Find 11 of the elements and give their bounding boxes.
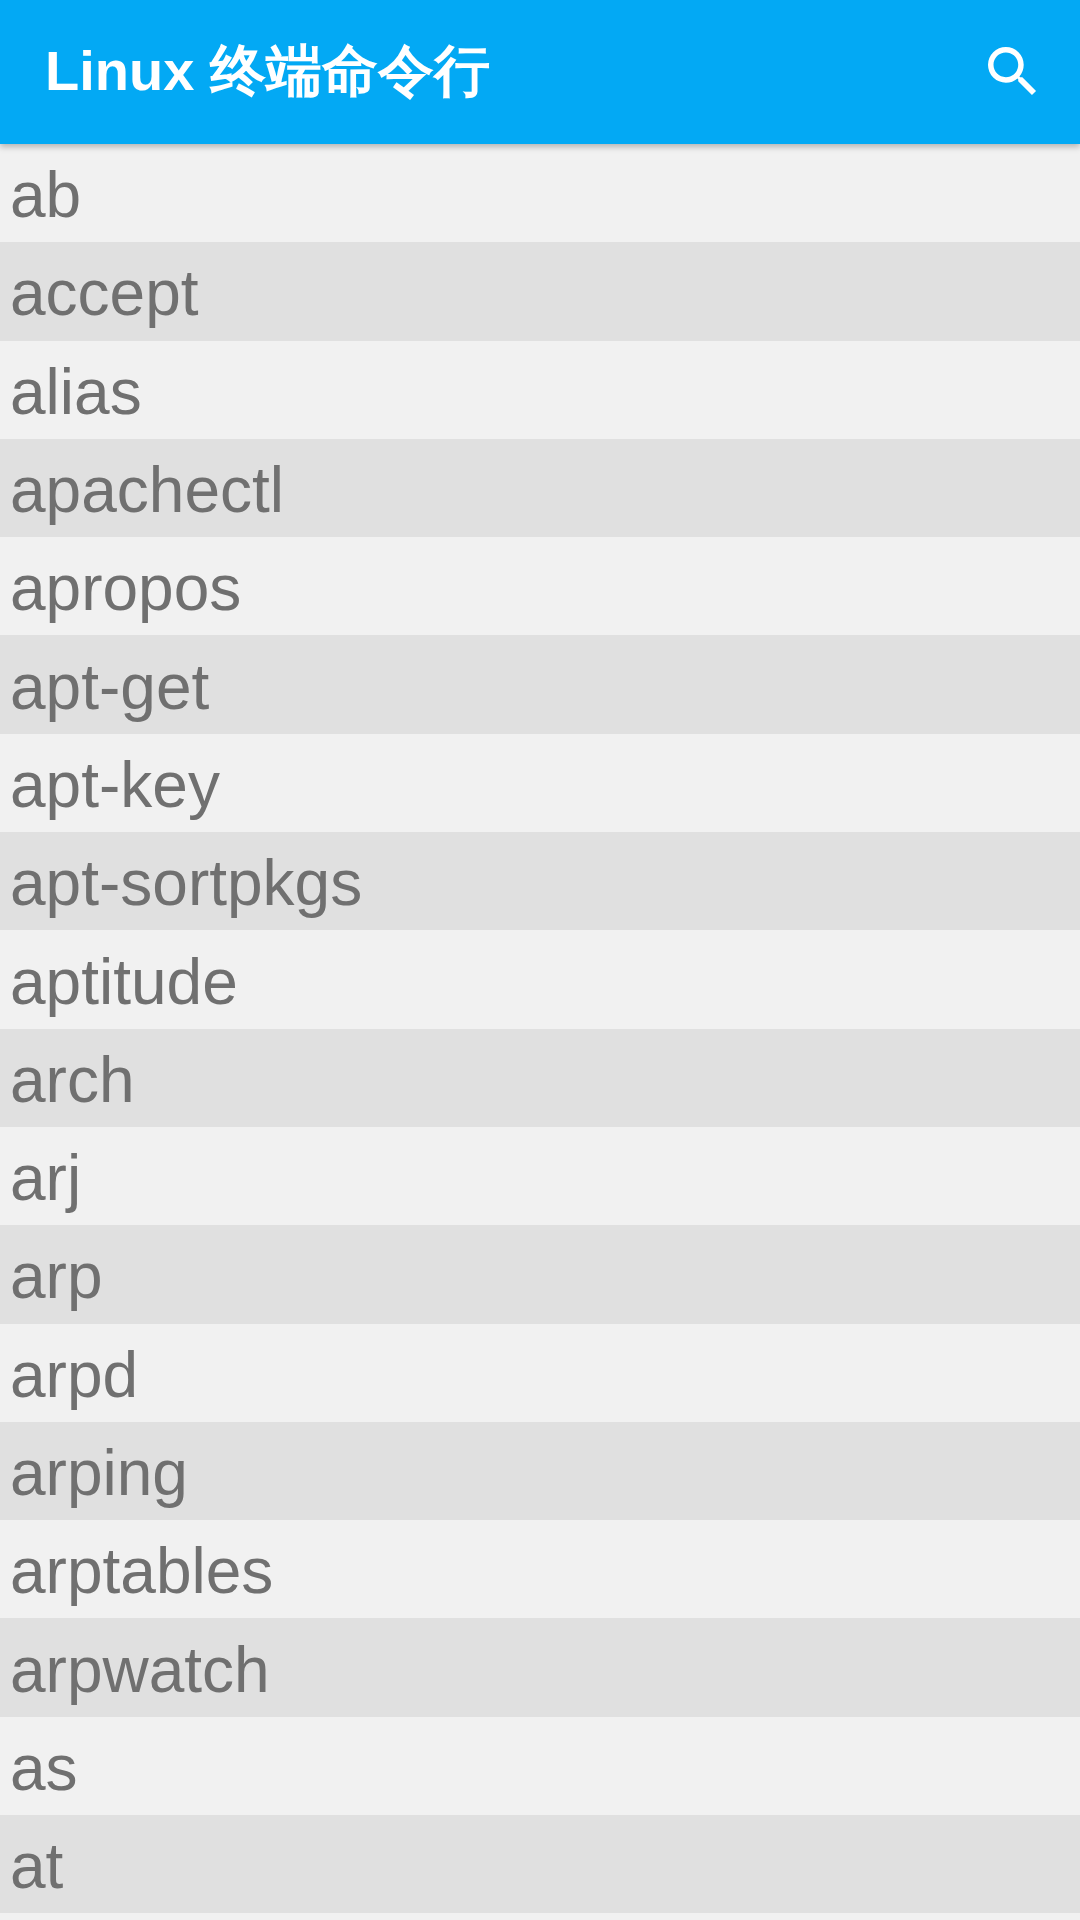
command-item[interactable]: accept xyxy=(0,242,1080,341)
command-item[interactable]: at xyxy=(0,1815,1080,1914)
command-item[interactable]: arp xyxy=(0,1225,1080,1324)
command-item[interactable]: arpwatch xyxy=(0,1618,1080,1717)
command-item[interactable]: arping xyxy=(0,1421,1080,1521)
command-item[interactable]: arch xyxy=(0,1028,1080,1127)
app-title: Linux 终端命令行 xyxy=(45,38,490,104)
command-item[interactable]: apt-sortpkgs xyxy=(0,832,1080,931)
search-icon[interactable] xyxy=(988,47,1038,97)
command-item[interactable]: apachectl xyxy=(0,438,1080,538)
command-item[interactable]: apt-get xyxy=(0,635,1080,734)
